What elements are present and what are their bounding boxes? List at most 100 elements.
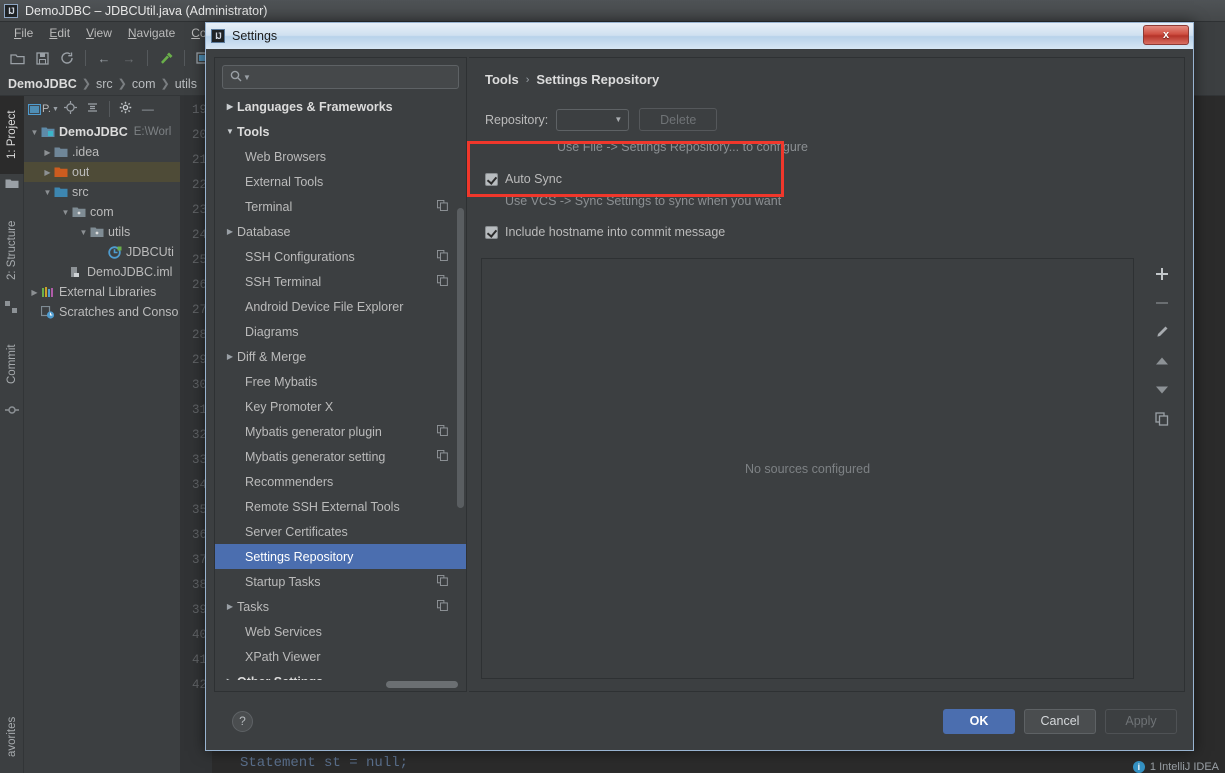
locate-icon[interactable] xyxy=(61,101,81,117)
project-view-selector[interactable]: P. ▼ xyxy=(28,103,59,115)
sidebar-tab-commit[interactable]: Commit xyxy=(0,328,24,400)
chevron-down-icon[interactable]: ▼ xyxy=(28,128,41,137)
sidebar-tab-favorites[interactable]: avorites xyxy=(0,701,24,773)
chevron-down-icon[interactable]: ▼ xyxy=(59,208,72,217)
tree-row[interactable]: ▼ com xyxy=(24,202,180,222)
settings-tree-item-diff-merge[interactable]: ▶ Diff & Merge xyxy=(215,344,466,369)
settings-tree-item-xpath-viewer[interactable]: XPath Viewer xyxy=(215,644,466,669)
copy-icon[interactable] xyxy=(436,424,448,439)
settings-tree-item-terminal[interactable]: Terminal xyxy=(215,194,466,219)
settings-tree-item-diagrams[interactable]: Diagrams xyxy=(215,319,466,344)
breadcrumb-item-src[interactable]: src xyxy=(96,77,113,91)
chevron-right-icon[interactable]: ▶ xyxy=(41,148,54,157)
breadcrumb-parent[interactable]: Tools xyxy=(485,72,519,87)
sidebar-tab-project[interactable]: 1: Project xyxy=(0,96,24,174)
settings-tree-hscrollbar-track[interactable] xyxy=(216,681,465,690)
chevron-down-icon[interactable]: ▼ xyxy=(243,73,251,82)
settings-gear-icon[interactable] xyxy=(116,101,136,117)
settings-tree-item-languages-frameworks[interactable]: ▶ Languages & Frameworks xyxy=(215,94,466,119)
delete-button[interactable]: Delete xyxy=(639,108,718,131)
move-down-icon[interactable] xyxy=(1151,380,1173,399)
search-box[interactable]: ▼ xyxy=(222,65,459,89)
apply-button[interactable]: Apply xyxy=(1105,708,1177,734)
copy-icon[interactable] xyxy=(436,599,448,614)
settings-tree-item-server-certificates[interactable]: Server Certificates xyxy=(215,519,466,544)
move-up-icon[interactable] xyxy=(1151,351,1173,370)
settings-tree-item-tools[interactable]: ▼ Tools xyxy=(215,119,466,144)
hide-icon[interactable]: — xyxy=(138,102,158,116)
breadcrumb-item-com[interactable]: com xyxy=(132,77,156,91)
settings-tree[interactable]: ▶ Languages & Frameworks ▼ Tools Web Browser… xyxy=(215,94,466,680)
settings-tree-hscrollbar-thumb[interactable] xyxy=(386,681,458,688)
settings-tree-item-free-mybatis[interactable]: Free Mybatis xyxy=(215,369,466,394)
settings-tree-item-web-services[interactable]: Web Services xyxy=(215,619,466,644)
copy-icon[interactable] xyxy=(436,249,448,264)
ok-button[interactable]: OK xyxy=(943,708,1015,734)
edit-pencil-icon[interactable] xyxy=(1151,322,1173,341)
chevron-right-icon[interactable]: ▶ xyxy=(223,602,237,611)
save-icon[interactable] xyxy=(31,47,53,69)
notification-balloon[interactable]: i 1 IntelliJ IDEA xyxy=(1132,761,1219,773)
menu-navigate[interactable]: Navigate xyxy=(120,24,183,42)
tree-row[interactable]: ▶ External Libraries xyxy=(24,282,180,302)
cancel-button[interactable]: Cancel xyxy=(1024,708,1096,734)
chevron-down-icon[interactable]: ▼ xyxy=(77,228,90,237)
close-icon[interactable]: x xyxy=(1143,25,1189,45)
chevron-right-icon[interactable]: ▶ xyxy=(223,677,237,680)
copy-icon[interactable] xyxy=(436,574,448,589)
build-hammer-icon[interactable] xyxy=(155,47,177,69)
settings-tree-item-external-tools[interactable]: External Tools xyxy=(215,169,466,194)
tree-row[interactable]: ▼ DemoJDBC E:\Worl xyxy=(24,122,180,142)
tree-row[interactable]: DemoJDBC.iml xyxy=(24,262,180,282)
chevron-right-icon[interactable]: ▶ xyxy=(223,102,237,111)
settings-tree-item-database[interactable]: ▶ Database xyxy=(215,219,466,244)
tree-row[interactable]: JDBCUti xyxy=(24,242,180,262)
auto-sync-row[interactable]: Auto Sync xyxy=(485,172,1168,186)
remove-icon[interactable] xyxy=(1151,293,1173,312)
chevron-right-icon[interactable]: ▶ xyxy=(28,288,41,297)
tree-row[interactable]: ▶ .idea xyxy=(24,142,180,162)
repository-combobox[interactable]: ▼ xyxy=(556,108,630,131)
copy-icon[interactable] xyxy=(436,449,448,464)
settings-tree-vscrollbar[interactable] xyxy=(457,208,464,508)
open-folder-icon[interactable] xyxy=(6,47,28,69)
tree-row[interactable]: ▶ out xyxy=(24,162,180,182)
copy-icon[interactable] xyxy=(436,274,448,289)
settings-tree-item-mybatis-generator-plugin[interactable]: Mybatis generator plugin xyxy=(215,419,466,444)
chevron-down-icon[interactable]: ▼ xyxy=(223,127,237,136)
add-icon[interactable] xyxy=(1151,264,1173,283)
settings-tree-item-mybatis-generator-setting[interactable]: Mybatis generator setting xyxy=(215,444,466,469)
chevron-down-icon[interactable]: ▼ xyxy=(614,115,622,124)
breadcrumb-item-project[interactable]: DemoJDBC xyxy=(8,77,77,91)
menu-file[interactable]: FFileile xyxy=(6,24,41,42)
copy-icon[interactable] xyxy=(436,199,448,214)
settings-tree-item-remote-ssh-external-tools[interactable]: Remote SSH External Tools xyxy=(215,494,466,519)
tree-row[interactable]: Scratches and Conso xyxy=(24,302,180,322)
breadcrumb-item-utils[interactable]: utils xyxy=(175,77,197,91)
settings-tree-item-key-promoter-x[interactable]: Key Promoter X xyxy=(215,394,466,419)
settings-tree-item-ssh-terminal[interactable]: SSH Terminal xyxy=(215,269,466,294)
chevron-right-icon[interactable]: ▶ xyxy=(41,168,54,177)
search-input[interactable] xyxy=(250,70,458,84)
back-arrow-icon[interactable]: ← xyxy=(93,47,115,69)
chevron-right-icon[interactable]: ▶ xyxy=(223,352,237,361)
forward-arrow-icon[interactable]: → xyxy=(118,47,140,69)
chevron-right-icon[interactable]: ▶ xyxy=(223,227,237,236)
help-button[interactable]: ? xyxy=(232,710,253,732)
settings-tree-item-android-device-file-explorer[interactable]: Android Device File Explorer xyxy=(215,294,466,319)
settings-tree-item-startup-tasks[interactable]: Startup Tasks xyxy=(215,569,466,594)
settings-tree-item-settings-repository[interactable]: Settings Repository xyxy=(215,544,466,569)
menu-view[interactable]: View xyxy=(78,24,120,42)
include-hostname-row[interactable]: Include hostname into commit message xyxy=(485,225,1168,239)
settings-tree-item-tasks[interactable]: ▶ Tasks xyxy=(215,594,466,619)
settings-tree-item-other-settings[interactable]: ▶Other Settings xyxy=(215,669,466,681)
settings-tree-item-recommenders[interactable]: Recommenders xyxy=(215,469,466,494)
menu-edit[interactable]: Edit xyxy=(41,24,78,42)
sync-icon[interactable] xyxy=(56,47,78,69)
readonly-sources-list[interactable]: No sources configured xyxy=(481,258,1134,679)
settings-tree-item-web-browsers[interactable]: Web Browsers xyxy=(215,144,466,169)
settings-tree-item-ssh-configurations[interactable]: SSH Configurations xyxy=(215,244,466,269)
auto-sync-checkbox[interactable] xyxy=(485,172,498,186)
collapse-all-icon[interactable] xyxy=(83,101,103,117)
tree-row[interactable]: ▼ src xyxy=(24,182,180,202)
